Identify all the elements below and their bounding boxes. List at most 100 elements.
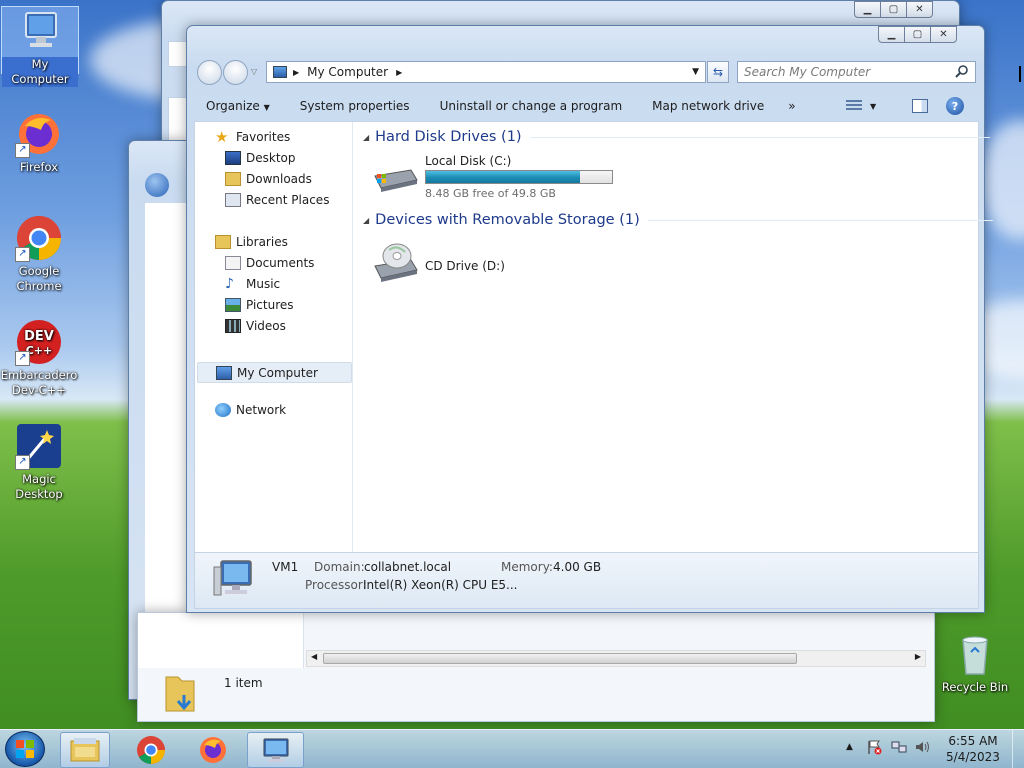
- change-view-button[interactable]: ▼: [846, 100, 876, 112]
- collapse-triangle-icon[interactable]: ◢: [363, 133, 369, 142]
- nav-libraries[interactable]: Libraries: [215, 235, 288, 249]
- explorer-window[interactable]: ▁ ▢ ✕ ▽ ▶ My Computer ▶ ▼ ⇆ Search My Co…: [186, 25, 993, 613]
- pictures-icon: [225, 298, 241, 312]
- nav-label: Network: [236, 403, 287, 417]
- chrome-icon: ↗: [15, 214, 63, 262]
- preview-pane-button[interactable]: [912, 99, 928, 113]
- scrollbar-thumb[interactable]: [323, 653, 797, 664]
- show-desktop-button[interactable]: [1012, 730, 1024, 768]
- nav-recent-places[interactable]: Recent Places: [225, 193, 329, 207]
- taskbar-explorer[interactable]: [60, 732, 110, 768]
- clock-date: 5/4/2023: [946, 750, 1000, 764]
- close-button[interactable]: ✕: [906, 1, 933, 18]
- close-button[interactable]: ✕: [930, 26, 957, 43]
- recent-places-icon: [225, 193, 241, 207]
- back-arrow-icon[interactable]: [145, 173, 169, 197]
- maximize-icon: ▢: [888, 4, 899, 15]
- film-icon: [225, 319, 241, 333]
- nav-label: Pictures: [246, 298, 294, 312]
- content-area: ★ Favorites Desktop Downloads Recent Plac…: [194, 121, 993, 553]
- search-icon[interactable]: [955, 64, 969, 81]
- desktop-icon-chrome[interactable]: ↗ Google Chrome: [0, 214, 78, 294]
- drive-cd-d[interactable]: CD Drive (D:): [371, 238, 521, 286]
- clock[interactable]: 6:55 AM 5/4/2023: [940, 733, 1006, 765]
- shortcut-arrow-icon: ↗: [15, 247, 30, 262]
- forward-button[interactable]: [223, 60, 248, 85]
- map-network-drive-button[interactable]: Map network drive: [640, 99, 776, 113]
- desktop-icon-magic-desktop[interactable]: ↗ Magic Desktop: [0, 422, 78, 502]
- more-commands-button[interactable]: »: [776, 99, 807, 113]
- maximize-button[interactable]: ▢: [904, 26, 931, 43]
- start-button[interactable]: [5, 731, 45, 767]
- nav-documents[interactable]: Documents: [225, 256, 314, 270]
- desktop-icon-recycle-bin[interactable]: Recycle Bin: [936, 630, 1014, 695]
- refresh-button[interactable]: ⇆: [707, 61, 729, 83]
- music-note-icon: ♪: [225, 276, 234, 292]
- address-bar[interactable]: ▶ My Computer ▶ ▼: [266, 61, 706, 83]
- drive-local-disk-c[interactable]: Local Disk (C:) 8.48 GB free of 49.8 GB: [371, 154, 621, 202]
- nav-label: Desktop: [246, 151, 296, 165]
- taskbar-chrome[interactable]: [126, 732, 176, 768]
- network-icon[interactable]: [891, 739, 907, 758]
- drive-usage-fill: [426, 171, 581, 183]
- nav-music[interactable]: ♪ Music: [225, 277, 280, 291]
- desktop-icon-firefox[interactable]: ↗ Firefox: [0, 110, 78, 175]
- nav-label: Music: [246, 277, 281, 291]
- nav-desktop[interactable]: Desktop: [225, 151, 296, 165]
- minimize-button[interactable]: ▁: [878, 26, 905, 43]
- volume-icon[interactable]: [914, 739, 930, 758]
- background-window-bottom[interactable]: ◀ ▶ 1 item: [137, 612, 935, 722]
- details-pane: VM1 Domain: collabnet.local Memory: 4.00…: [194, 553, 979, 609]
- documents-icon: [225, 256, 241, 270]
- group-header-removable-storage[interactable]: ◢ Devices with Removable Storage (1): [363, 212, 993, 228]
- drive-free-space: 8.48 GB free of 49.8 GB: [425, 187, 556, 200]
- mouse-cursor: [1019, 66, 1024, 82]
- nav-label: Downloads: [246, 172, 312, 186]
- nav-pictures[interactable]: Pictures: [225, 298, 294, 312]
- nav-downloads[interactable]: Downloads: [225, 172, 312, 186]
- group-title: Hard Disk Drives (1): [375, 129, 522, 145]
- firefox-icon: ↗: [15, 110, 63, 158]
- breadcrumb-separator-icon[interactable]: ▶: [396, 68, 402, 77]
- desktop-icon-label: Google Chrome: [16, 264, 62, 293]
- processor-value: Intel(R) Xeon(R) CPU E5...: [363, 578, 518, 592]
- action-center-flag-icon[interactable]: [866, 739, 882, 758]
- nav-videos[interactable]: Videos: [225, 319, 286, 333]
- address-dropdown-icon[interactable]: ▼: [692, 67, 699, 77]
- system-properties-button[interactable]: System properties: [288, 99, 422, 113]
- collapse-triangle-icon[interactable]: ◢: [363, 216, 369, 225]
- taskbar-firefox[interactable]: [188, 732, 238, 768]
- organize-button[interactable]: Organize ▼: [194, 99, 282, 113]
- desktop-icon-my-computer[interactable]: My Computer: [1, 6, 79, 87]
- show-hidden-icons-button[interactable]: ▲: [846, 742, 853, 752]
- breadcrumb-my-computer[interactable]: My Computer: [307, 65, 388, 79]
- chevron-down-icon: ▼: [263, 103, 270, 112]
- search-input[interactable]: Search My Computer: [737, 61, 976, 83]
- devcpp-icon: DEV C++ ↗: [15, 318, 63, 366]
- uninstall-program-button[interactable]: Uninstall or change a program: [428, 99, 635, 113]
- desktop-icon-devcpp[interactable]: DEV C++ ↗ Embarcadero Dev-C++: [0, 318, 78, 398]
- back-button[interactable]: [197, 60, 222, 85]
- breadcrumb-separator-icon[interactable]: ▶: [293, 68, 299, 77]
- recent-pages-chevron-icon[interactable]: ▽: [251, 67, 257, 76]
- hard-drive-windows-icon: [371, 162, 419, 194]
- organize-label: Organize: [206, 99, 260, 113]
- close-icon: ✕: [915, 4, 924, 15]
- scroll-left-icon[interactable]: ◀: [311, 652, 317, 661]
- scroll-right-icon[interactable]: ▶: [915, 652, 921, 661]
- network-globe-icon: [215, 403, 231, 417]
- domain-label: Domain:: [314, 560, 365, 574]
- help-button[interactable]: ?: [946, 97, 964, 115]
- firefox-icon: [200, 737, 226, 763]
- horizontal-scrollbar[interactable]: ◀ ▶: [306, 650, 926, 667]
- nav-my-computer[interactable]: My Computer: [197, 362, 352, 383]
- taskbar-my-computer[interactable]: [247, 732, 304, 768]
- background-address-bar: [168, 41, 188, 67]
- nav-label: Documents: [246, 256, 315, 270]
- minimize-button[interactable]: ▁: [854, 1, 881, 18]
- group-header-hard-disk-drives[interactable]: ◢ Hard Disk Drives (1): [363, 129, 990, 145]
- nav-favorites[interactable]: ★ Favorites: [215, 130, 290, 145]
- nav-network[interactable]: Network: [215, 403, 286, 417]
- maximize-button[interactable]: ▢: [880, 1, 907, 18]
- drive-usage-bar: [425, 170, 613, 184]
